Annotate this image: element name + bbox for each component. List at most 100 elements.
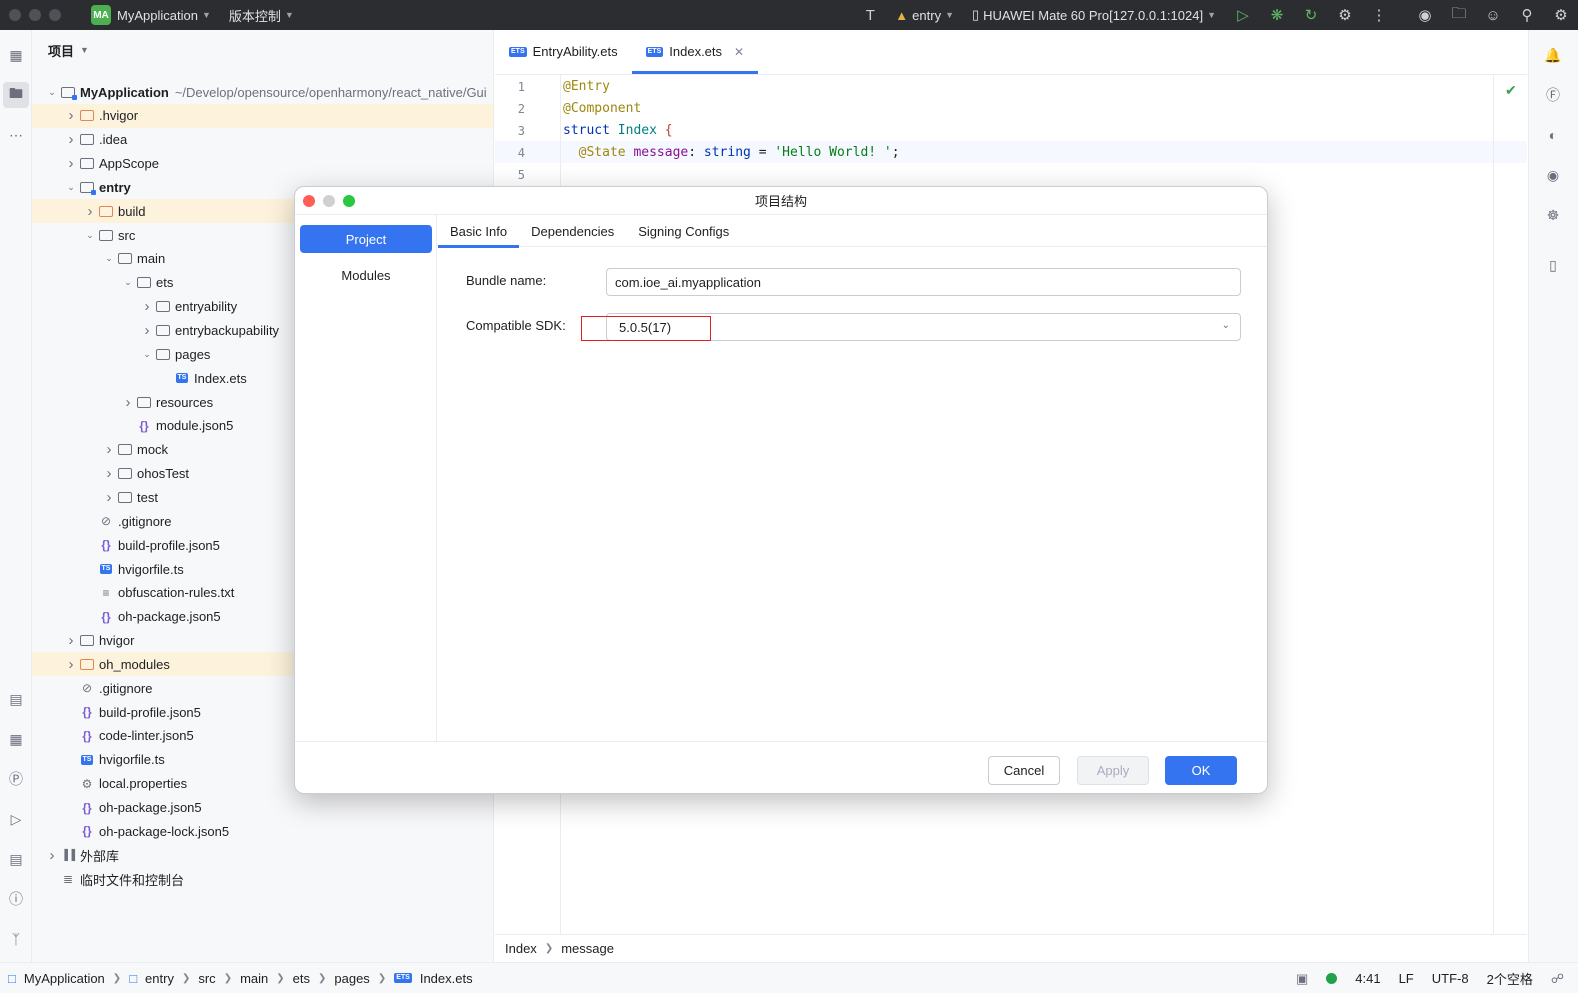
chevron-right-icon[interactable]: › (44, 847, 60, 864)
chevron-right-icon[interactable]: › (101, 489, 117, 506)
chevron-down-icon[interactable]: ⌄ (101, 253, 117, 264)
code-line-3[interactable]: struct Index { (563, 123, 673, 138)
chevron-down-icon[interactable]: ⌄ (63, 182, 79, 193)
dialog-zoom-button[interactable] (343, 195, 355, 207)
caret-position[interactable]: 4:41 (1355, 971, 1380, 986)
run-panel-icon[interactable]: ▷ (3, 806, 29, 832)
window-close-button[interactable] (9, 9, 21, 21)
more-tools-icon[interactable]: ⋯ (3, 122, 29, 148)
code-line-2[interactable]: @Component (563, 101, 641, 116)
breadcrumb-item[interactable]: Index (505, 941, 537, 956)
line-number: 2 (517, 102, 525, 116)
project-switcher[interactable]: MyApplication ▼ (117, 8, 211, 23)
tree-item[interactable]: › .idea (32, 128, 493, 152)
dialog-close-button[interactable] (303, 195, 315, 207)
tree-item[interactable]: › ▐▐ 外部库 (32, 843, 493, 867)
close-icon[interactable]: ✕ (734, 45, 744, 59)
run-icon[interactable]: ▷ (1226, 0, 1260, 30)
tree-item[interactable]: › AppScope (32, 152, 493, 176)
file-encoding[interactable]: UTF-8 (1432, 971, 1469, 986)
chevron-down-icon[interactable]: ⌄ (82, 230, 98, 241)
profiler-icon[interactable]: ⚙ (1328, 0, 1362, 30)
debug-icon[interactable]: ❋ (1260, 0, 1294, 30)
status-path-item[interactable]: Index.ets (420, 971, 473, 986)
chevron-right-icon[interactable]: › (101, 441, 117, 458)
chevron-right-icon[interactable]: › (63, 632, 79, 649)
terminal-icon[interactable]: ▤ (3, 846, 29, 872)
status-path-item[interactable]: MyApplication (24, 971, 105, 986)
project-structure-icon[interactable]: 🗀 (1428, 0, 1480, 41)
tree-item[interactable]: ⌄ MyApplication ~/Develop/opensource/openh… (32, 80, 493, 104)
chevron-right-icon[interactable]: › (63, 155, 79, 172)
tree-item[interactable]: ≣ 临时文件和控制台 (32, 867, 493, 891)
line-separator[interactable]: LF (1399, 971, 1414, 986)
search-icon[interactable]: ⚲ (1510, 0, 1544, 30)
database-icon[interactable]: ◐ (1540, 122, 1566, 148)
window-zoom-button[interactable] (49, 9, 61, 21)
tab-signing-configs[interactable]: Signing Configs (626, 215, 741, 247)
window-minimize-button[interactable] (29, 9, 41, 21)
chevron-right-icon[interactable]: › (63, 656, 79, 673)
bundle-name-input[interactable] (606, 268, 1241, 296)
todo-icon[interactable]: ▤ (3, 686, 29, 712)
notifications-icon[interactable]: 🔔 (1540, 42, 1566, 68)
chevron-down-icon[interactable]: ⌄ (139, 349, 155, 360)
chevron-down-icon[interactable]: ⌄ (44, 87, 60, 98)
project-panel-header[interactable]: 项目 ▼ (32, 30, 493, 70)
status-ok-indicator[interactable] (1326, 973, 1338, 984)
status-path-item[interactable]: ets (293, 971, 310, 986)
chevron-right-icon[interactable]: › (120, 394, 136, 411)
apply-button[interactable]: Apply (1077, 756, 1149, 785)
readonly-lock-icon[interactable]: ▣ (1296, 971, 1308, 987)
problems-icon[interactable]: ⓘ (3, 886, 29, 912)
status-path-item[interactable]: src (198, 971, 215, 986)
chevron-down-icon[interactable]: ⌄ (120, 277, 136, 288)
structure-icon[interactable]: ▦ (3, 42, 29, 68)
rerun-icon[interactable]: ↻ (1294, 0, 1328, 30)
chevron-right-icon[interactable]: › (63, 131, 79, 148)
check-icon[interactable]: ✔ (1505, 82, 1517, 99)
settings-gear-icon[interactable]: ⚙ (1544, 0, 1578, 30)
more-icon[interactable]: ⋮ (1362, 0, 1396, 30)
line-number: 1 (517, 80, 525, 94)
chevron-right-icon[interactable]: › (139, 298, 155, 315)
text-tool-icon[interactable]: T (853, 0, 887, 30)
git-icon[interactable]: ᛉ (3, 926, 29, 952)
chevron-right-icon[interactable]: › (63, 107, 79, 124)
status-path-item[interactable]: main (240, 971, 268, 986)
code-line-1[interactable]: @Entry (563, 79, 610, 94)
tree-item[interactable]: {} oh-package-lock.json5 (32, 819, 493, 843)
vcs-menu[interactable]: 版本控制 ▼ (229, 6, 294, 25)
sidebar-item-project[interactable]: Project (300, 225, 432, 253)
status-path-item[interactable]: pages (334, 971, 369, 986)
device-selector[interactable]: ▯ HUAWEI Mate 60 Pro[127.0.0.1:1024] ▼ (972, 7, 1216, 23)
cancel-button[interactable]: Cancel (988, 756, 1060, 785)
device-manager-icon[interactable]: ▯ (1540, 252, 1566, 278)
assistant-icon[interactable]: ◉ (1408, 0, 1442, 30)
tab-entryability[interactable]: ETS EntryAbility.ets (495, 29, 632, 74)
sidebar-item-modules[interactable]: Modules (300, 261, 432, 289)
tab-basic-info[interactable]: Basic Info (438, 215, 520, 248)
layout-icon[interactable]: ▦ (3, 726, 29, 752)
run-config-selector[interactable]: ▲ entry ▼ (895, 8, 954, 23)
tree-item[interactable]: {} oh-package.json5 (32, 796, 493, 820)
chevron-right-icon[interactable]: › (139, 322, 155, 339)
chevron-right-icon[interactable]: › (101, 465, 117, 482)
code-line-4[interactable]: @State message: string = 'Hello World! '… (563, 145, 900, 160)
account-icon[interactable]: ☺ (1476, 0, 1510, 30)
tab-dependencies[interactable]: Dependencies (519, 215, 626, 247)
unlock-icon[interactable]: ☍ (1551, 971, 1564, 987)
tab-index[interactable]: ETS Index.ets ✕ (631, 29, 759, 74)
gradle-icon[interactable]: Ⓕ (1540, 82, 1566, 108)
chevron-right-icon[interactable]: › (82, 203, 98, 220)
dialog-minimize-button[interactable] (323, 195, 335, 207)
status-path-item[interactable]: entry (145, 971, 174, 986)
preview-eye-icon[interactable]: ◉ (1540, 162, 1566, 188)
ok-button[interactable]: OK (1165, 756, 1237, 785)
tree-item[interactable]: › .hvigor (32, 103, 493, 128)
indent-setting[interactable]: 2个空格 (1487, 969, 1533, 988)
profiler-panel-icon[interactable]: Ⓟ (3, 766, 29, 792)
breadcrumb-item[interactable]: message (561, 941, 614, 956)
project-folder-icon[interactable]: 🖿 (3, 82, 29, 108)
ai-assistant-icon[interactable]: ☸ (1540, 202, 1566, 228)
